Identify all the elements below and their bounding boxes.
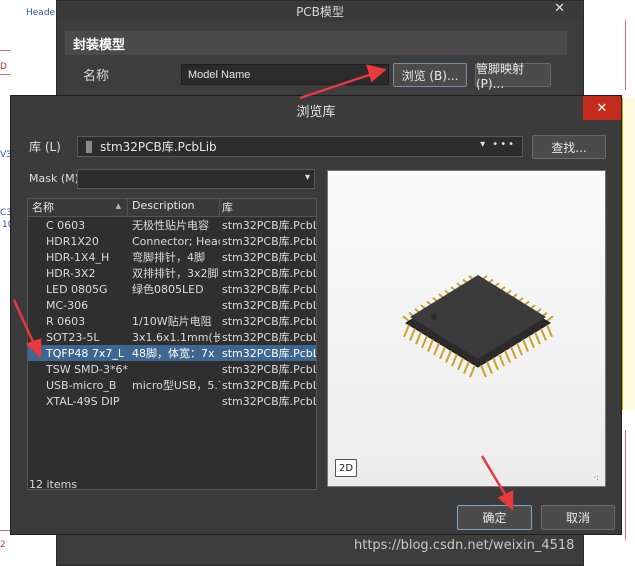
arrow-head <box>25 338 42 360</box>
annotation-arrow <box>480 455 508 497</box>
annotation-arrows <box>12 64 514 511</box>
watermark: https://blog.csdn.net/weixin_4518 <box>354 538 575 553</box>
annotation-arrow <box>12 299 36 345</box>
annotation-arrow <box>299 72 373 100</box>
arrow-head <box>497 489 514 511</box>
arrow-head <box>366 64 387 83</box>
